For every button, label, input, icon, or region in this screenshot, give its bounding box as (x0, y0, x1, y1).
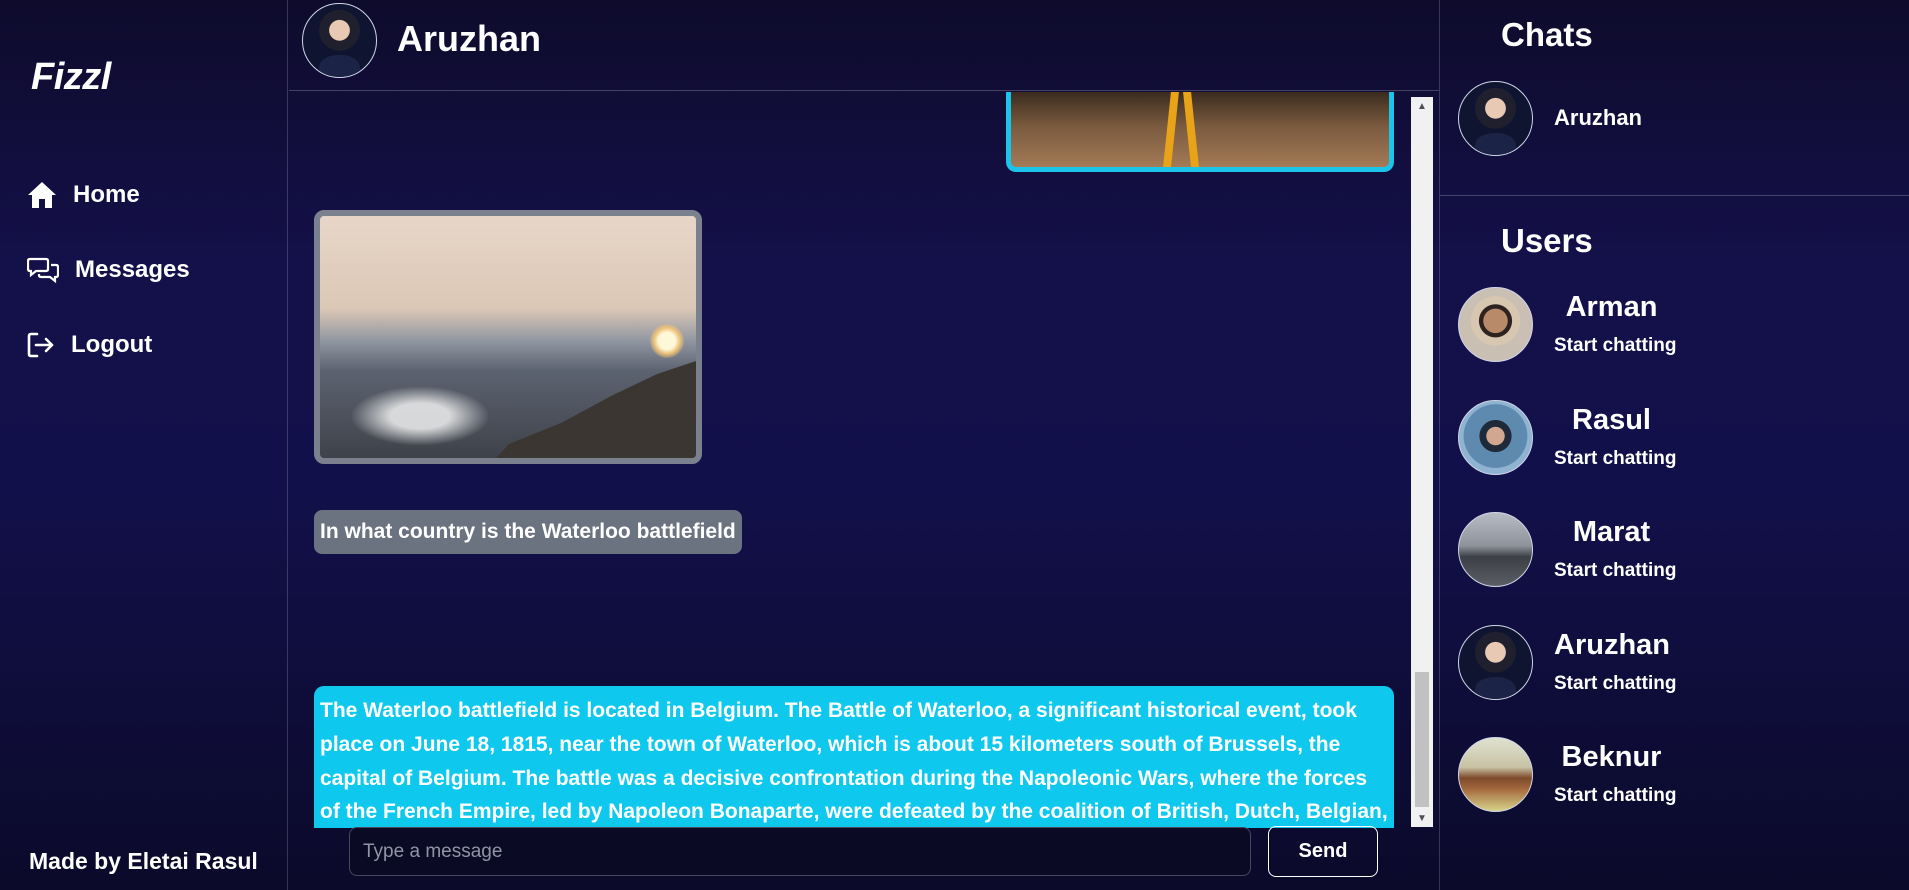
user-status: Start chatting (1554, 560, 1677, 581)
users-title: Users (1501, 222, 1593, 259)
credit-text: Made by Eletai Rasul (29, 848, 258, 874)
user-status: Start chatting (1554, 335, 1677, 356)
user-name: Arman (1565, 291, 1658, 323)
chat-header: Aruzhan (289, 0, 1439, 91)
scrollbar[interactable]: ▲ ▼ (1411, 97, 1433, 827)
message-bubble-received: The Waterloo battlefield is located in B… (314, 686, 1394, 828)
chat-list-item-name: Aruzhan (1554, 105, 1642, 130)
user-list-item[interactable]: Marat Start chatting (1458, 512, 1878, 588)
home-icon (27, 181, 57, 209)
send-button[interactable]: Send (1268, 826, 1378, 877)
nav-messages[interactable]: Messages (27, 252, 190, 288)
user-list-item[interactable]: Beknur Start chatting (1458, 737, 1878, 813)
user-status: Start chatting (1554, 673, 1677, 694)
chat-contact-name: Aruzhan (397, 18, 541, 59)
scroll-up-icon[interactable]: ▲ (1411, 97, 1433, 115)
user-status: Start chatting (1554, 785, 1677, 806)
user-name: Rasul (1572, 404, 1651, 436)
messages-icon (27, 256, 59, 284)
avatar (1458, 512, 1533, 587)
image-message-seashore[interactable] (314, 210, 702, 464)
panel-divider (1440, 195, 1909, 196)
user-name: Beknur (1561, 741, 1662, 773)
avatar (1458, 81, 1533, 156)
user-list-item[interactable]: Arman Start chatting (1458, 287, 1878, 363)
right-panel: Chats Aruzhan Users Arman Start chatting… (1439, 0, 1909, 890)
nav-messages-label: Messages (75, 256, 190, 283)
user-list-item[interactable]: Aruzhan Start chatting (1458, 625, 1878, 701)
avatar (1458, 625, 1533, 700)
chats-title: Chats (1501, 16, 1593, 53)
avatar[interactable] (302, 3, 377, 78)
user-name: Aruzhan (1554, 629, 1670, 661)
user-name: Marat (1572, 516, 1651, 548)
left-sidebar: Fizzl Home Messages Logout Made by Eleta… (0, 0, 288, 890)
user-list-item[interactable]: Rasul Start chatting (1458, 400, 1878, 476)
user-status: Start chatting (1554, 448, 1677, 469)
nav-logout-label: Logout (71, 331, 153, 358)
nav-home[interactable]: Home (27, 177, 140, 213)
logout-icon (27, 332, 55, 358)
nav-logout[interactable]: Logout (27, 327, 152, 363)
app-logo[interactable]: Fizzl (31, 56, 111, 99)
image-message-road[interactable] (1006, 92, 1394, 172)
message-list[interactable]: In what country is the Waterloo battlefi… (289, 92, 1439, 828)
scroll-down-icon[interactable]: ▼ (1411, 809, 1433, 827)
chat-list-item[interactable]: Aruzhan (1458, 81, 1878, 156)
nav-home-label: Home (73, 181, 140, 208)
message-input[interactable] (349, 827, 1251, 876)
message-bubble-sent: In what country is the Waterloo battlefi… (314, 510, 742, 554)
avatar (1458, 737, 1533, 812)
avatar (1458, 287, 1533, 362)
avatar (1458, 400, 1533, 475)
scroll-thumb[interactable] (1415, 672, 1429, 807)
